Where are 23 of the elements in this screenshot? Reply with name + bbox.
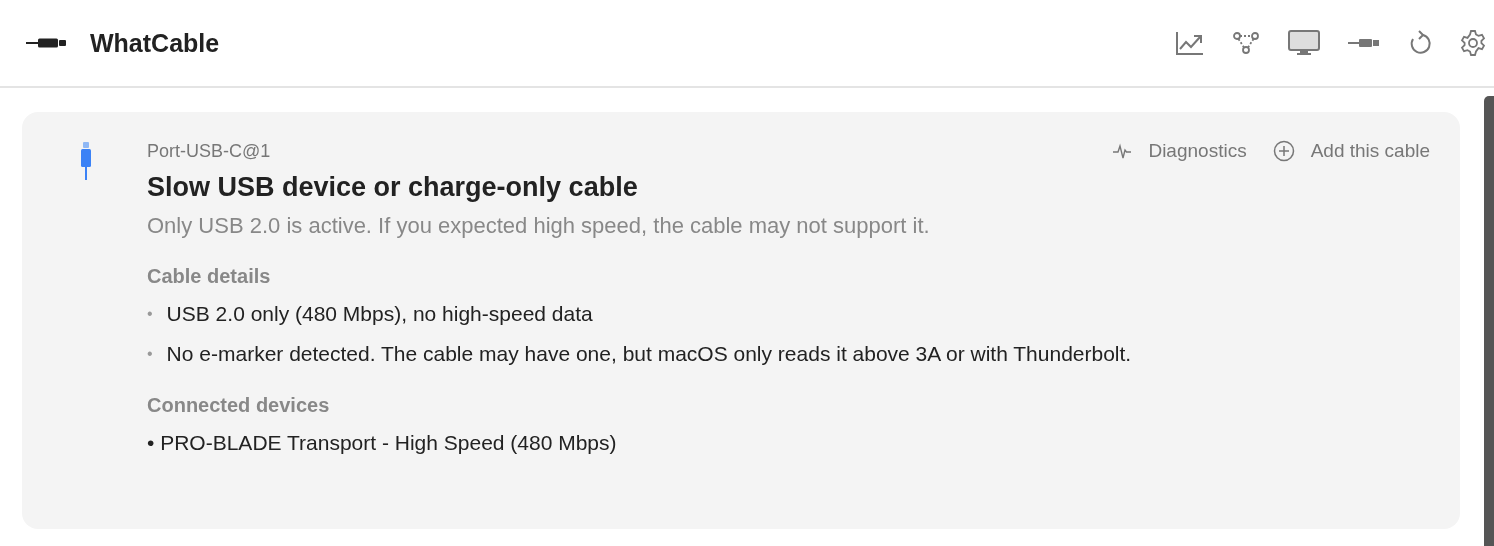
add-icon [1272, 140, 1295, 162]
line-chart-icon[interactable] [1176, 31, 1204, 55]
status-description: Only USB 2.0 is active. If you expected high speed, the cable may not support it. [147, 212, 931, 240]
section-heading: Cable details [147, 265, 272, 288]
detail-text: No e-marker detected. The cable may have one, but macOS only reads it above 3A or with Thunderbolt. [166, 341, 1132, 367]
settings-icon[interactable] [1460, 30, 1486, 56]
detail-text: USB 2.0 only (480 Mbps), no high-speed data [166, 301, 593, 327]
monitor-icon[interactable] [1288, 30, 1320, 56]
action-button[interactable]: Add this cable [1272, 140, 1430, 162]
refresh-icon[interactable] [1408, 30, 1432, 56]
bullet: • [147, 304, 153, 324]
bullet: • [147, 344, 153, 364]
cable-icon [26, 37, 68, 49]
section-heading: Connected devices [147, 394, 331, 417]
port-name: Port-USB-C@1 [147, 141, 272, 162]
scrollbar-thumb[interactable] [1484, 96, 1494, 546]
action-button[interactable]: Diagnostics [1112, 140, 1247, 162]
status-title: Slow USB device or charge-only cable [147, 172, 639, 203]
app-title: WhatCable [90, 28, 220, 58]
nodes-icon[interactable] [1232, 31, 1260, 55]
usb-plug-icon [80, 142, 92, 180]
detail-text: • PRO-BLADE Transport - High Speed (480 Mbps) [147, 430, 617, 456]
cable-icon[interactable] [1348, 37, 1380, 49]
